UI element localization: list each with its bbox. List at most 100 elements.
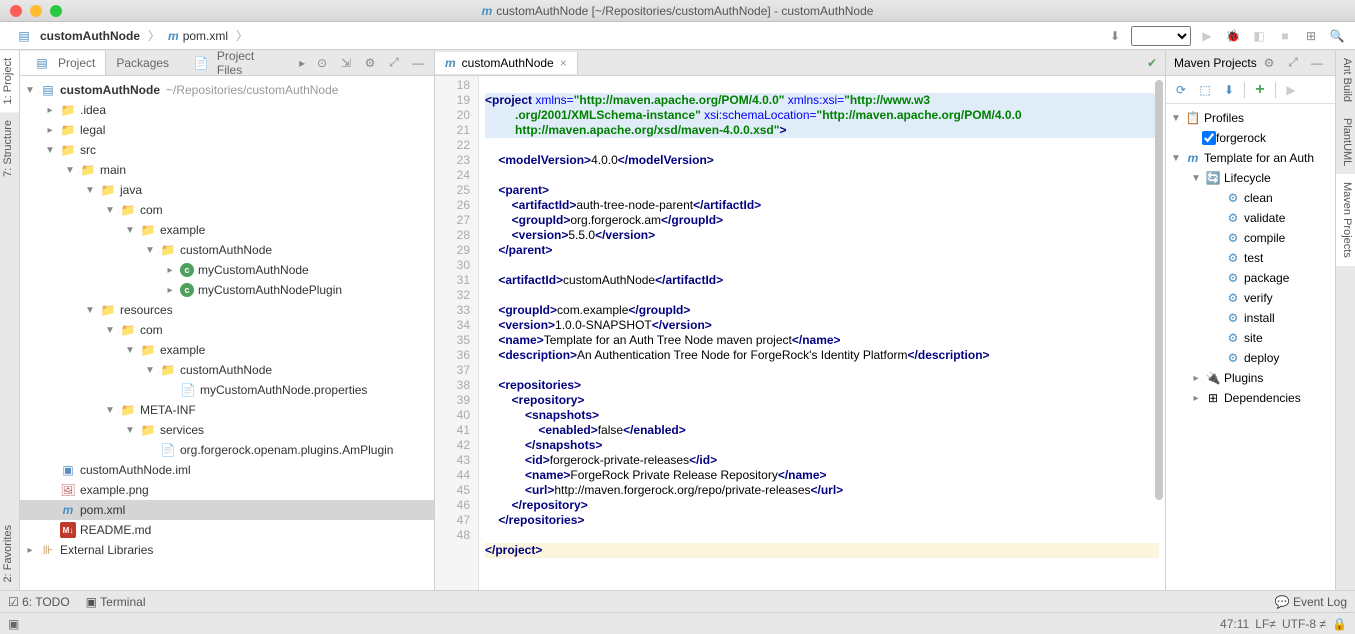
window-title: mcustomAuthNode [~/Repositories/customAu…	[482, 3, 874, 18]
run-config-select[interactable]	[1131, 26, 1191, 46]
tool-todo[interactable]: ☑ 6: TODO	[8, 595, 70, 609]
rail-tab-ant[interactable]: Ant Build	[1336, 50, 1355, 110]
tree-java[interactable]: ▼📁java	[20, 180, 434, 200]
refresh-icon[interactable]: ⟳	[1172, 81, 1190, 99]
tab-packages[interactable]: Packages	[106, 52, 179, 74]
add-icon[interactable]: +	[1251, 81, 1269, 99]
status-line-ending[interactable]: LF≠	[1255, 617, 1276, 631]
tree-class[interactable]: ▸cmyCustomAuthNodePlugin	[20, 280, 434, 300]
tree-services[interactable]: ▼📁services	[20, 420, 434, 440]
close-icon[interactable]: ×	[560, 56, 567, 70]
tree-main[interactable]: ▼📁main	[20, 160, 434, 180]
tree-root[interactable]: ▼▤customAuthNode~/Repositories/customAut…	[20, 80, 434, 100]
generate-icon[interactable]: ⬚	[1196, 81, 1214, 99]
maven-goal-clean[interactable]: ⚙clean	[1166, 188, 1335, 208]
stop-icon[interactable]: ■	[1275, 26, 1295, 46]
tree-example[interactable]: ▼📁example	[20, 220, 434, 240]
maven-dependencies[interactable]: ▸⊞Dependencies	[1166, 388, 1335, 408]
status-encoding[interactable]: UTF-8 ≠	[1282, 617, 1326, 631]
locate-icon[interactable]: ⊙	[312, 53, 332, 73]
maven-goal-deploy[interactable]: ⚙deploy	[1166, 348, 1335, 368]
chevron-right-icon[interactable]: ▸	[292, 53, 312, 73]
tree-png[interactable]: 🖼example.png	[20, 480, 434, 500]
editor-tab[interactable]: mcustomAuthNode×	[435, 52, 578, 74]
lock-icon[interactable]: 🔒	[1332, 617, 1347, 631]
maven-title: Maven Projects	[1174, 56, 1257, 70]
breadcrumb-file[interactable]: m pom.xml	[164, 27, 232, 45]
maven-lifecycle[interactable]: ▼🔄Lifecycle	[1166, 168, 1335, 188]
build-icon[interactable]: ⬇	[1105, 26, 1125, 46]
tree-com[interactable]: ▼📁com	[20, 200, 434, 220]
tree-example2[interactable]: ▼📁example	[20, 340, 434, 360]
scrollbar-thumb[interactable]	[1155, 80, 1163, 500]
rail-tab-favorites[interactable]: 2: Favorites	[0, 517, 19, 590]
maven-goal-validate[interactable]: ⚙validate	[1166, 208, 1335, 228]
tree-legal[interactable]: ▸📁legal	[20, 120, 434, 140]
tree-props[interactable]: 📄myCustomAuthNode.properties	[20, 380, 434, 400]
rail-tab-maven[interactable]: Maven Projects	[1336, 174, 1355, 266]
profile-checkbox[interactable]	[1202, 131, 1216, 145]
download-icon[interactable]: ⬇	[1220, 81, 1238, 99]
tree-com2[interactable]: ▼📁com	[20, 320, 434, 340]
tree-iml[interactable]: ▣customAuthNode.iml	[20, 460, 434, 480]
tool-eventlog[interactable]: 💬 Event Log	[1275, 595, 1347, 609]
tree-customauthnode[interactable]: ▼📁customAuthNode	[20, 240, 434, 260]
rail-tab-project[interactable]: 1: Project	[0, 50, 19, 112]
run-icon[interactable]: ▶	[1197, 26, 1217, 46]
tree-customauthnode2[interactable]: ▼📁customAuthNode	[20, 360, 434, 380]
gutter[interactable]: 1819202122232425262728293031323334353637…	[435, 76, 479, 590]
maven-goal-site[interactable]: ⚙site	[1166, 328, 1335, 348]
validation-ok-icon: ✔	[1139, 56, 1165, 70]
status-caret-pos[interactable]: 47:11	[1220, 617, 1249, 631]
debug-icon[interactable]: 🐞	[1223, 26, 1243, 46]
tool-terminal[interactable]: ▣ Terminal	[86, 595, 146, 609]
maven-template[interactable]: ▼mTemplate for an Auth	[1166, 148, 1335, 168]
project-tree[interactable]: ▼▤customAuthNode~/Repositories/customAut…	[20, 76, 434, 590]
run-icon[interactable]: ▶	[1282, 81, 1300, 99]
minimize-icon[interactable]: —	[408, 53, 428, 73]
minimize-icon[interactable]: —	[1307, 53, 1327, 73]
breadcrumb-project[interactable]: ▤customAuthNode	[8, 26, 144, 46]
rail-tab-structure[interactable]: 7: Structure	[0, 112, 19, 185]
maven-goal-test[interactable]: ⚙test	[1166, 248, 1335, 268]
maven-icon: m	[1185, 151, 1201, 165]
tree-readme[interactable]: M↓README.md	[20, 520, 434, 540]
maven-tree[interactable]: ▼📋Profiles forgerock ▼mTemplate for an A…	[1166, 104, 1335, 590]
gear-icon: ⚙	[1225, 351, 1241, 365]
maven-plugins[interactable]: ▸🔌Plugins	[1166, 368, 1335, 388]
tree-extlibs[interactable]: ▸⊪External Libraries	[20, 540, 434, 560]
gear-icon[interactable]: ⚙	[1259, 53, 1279, 73]
search-icon[interactable]: 🔍	[1327, 26, 1347, 46]
close-window-icon[interactable]	[10, 5, 22, 17]
status-window-icon[interactable]: ▣	[8, 617, 19, 631]
vertical-scrollbar[interactable]	[1153, 76, 1165, 590]
coverage-icon[interactable]: ◧	[1249, 26, 1269, 46]
code-area[interactable]: <project xmlns="http://maven.apache.org/…	[479, 76, 1165, 590]
gear-icon: ⚙	[1225, 331, 1241, 345]
gear-icon[interactable]: ⚙	[360, 53, 380, 73]
tree-class[interactable]: ▸cmyCustomAuthNode	[20, 260, 434, 280]
maven-goal-install[interactable]: ⚙install	[1166, 308, 1335, 328]
maven-profile-item[interactable]: forgerock	[1166, 128, 1335, 148]
editor-body[interactable]: 1819202122232425262728293031323334353637…	[435, 76, 1165, 590]
structure-icon[interactable]: ⊞	[1301, 26, 1321, 46]
editor: mcustomAuthNode× ✔ 181920212223242526272…	[435, 50, 1165, 590]
tree-src[interactable]: ▼📁src	[20, 140, 434, 160]
tree-amplugin[interactable]: 📄org.forgerock.openam.plugins.AmPlugin	[20, 440, 434, 460]
tree-pom[interactable]: mpom.xml	[20, 500, 434, 520]
maven-goal-compile[interactable]: ⚙compile	[1166, 228, 1335, 248]
maven-goal-verify[interactable]: ⚙verify	[1166, 288, 1335, 308]
maven-profiles[interactable]: ▼📋Profiles	[1166, 108, 1335, 128]
hide-icon[interactable]: ⤢	[384, 53, 404, 73]
collapse-icon[interactable]: ⇲	[336, 53, 356, 73]
tree-resources[interactable]: ▼📁resources	[20, 300, 434, 320]
tab-project[interactable]: ▤Project	[20, 51, 106, 75]
tree-idea[interactable]: ▸📁.idea	[20, 100, 434, 120]
maximize-window-icon[interactable]	[50, 5, 62, 17]
rail-tab-plantuml[interactable]: PlantUML	[1336, 110, 1355, 174]
hide-icon[interactable]: ⤢	[1283, 53, 1303, 73]
maven-goal-package[interactable]: ⚙package	[1166, 268, 1335, 288]
minimize-window-icon[interactable]	[30, 5, 42, 17]
tree-metainf[interactable]: ▼📁META-INF	[20, 400, 434, 420]
gear-icon: ⚙	[1225, 291, 1241, 305]
